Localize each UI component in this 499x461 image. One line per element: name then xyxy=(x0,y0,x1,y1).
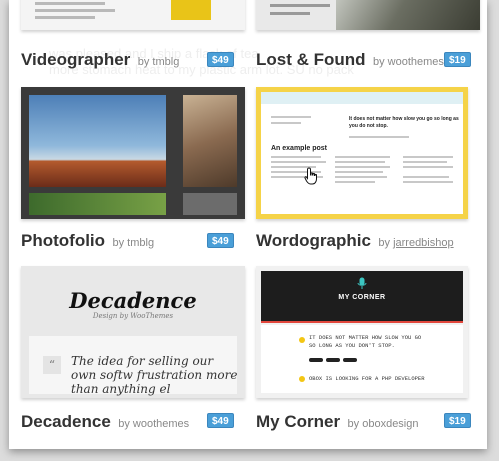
portrait-photo xyxy=(183,95,237,187)
by-label: by xyxy=(372,56,385,68)
my-corner-body: IT DOES NOT MATTER HOW SLOW YOU GO SO LO… xyxy=(261,325,463,393)
tag-pill xyxy=(309,358,323,362)
theme-thumbnail-lost-and-found[interactable] xyxy=(256,0,480,30)
price-badge[interactable]: $19 xyxy=(444,413,471,428)
by-label: by xyxy=(378,237,390,249)
tag-pill xyxy=(343,358,357,362)
preview-post-heading: An example post xyxy=(271,145,328,152)
testimonial-text: The idea for selling our own softw frust… xyxy=(71,354,238,396)
theme-thumbnail-decadence[interactable]: Decadence Design by WooThemes “ The idea… xyxy=(21,266,245,398)
theme-title-row-photofolio: Photofolio by tmblg xyxy=(21,231,154,251)
theme-name-link[interactable]: Decadence xyxy=(21,412,111,431)
preview-top-bar xyxy=(261,92,463,104)
theme-byline: by jarredbishop xyxy=(378,237,453,249)
theme-name-link[interactable]: My Corner xyxy=(256,412,340,431)
hand-pointer-icon xyxy=(304,167,320,190)
my-corner-title: MY CORNER xyxy=(338,294,386,301)
landscape-photo xyxy=(29,95,166,187)
theme-thumbnail-photofolio[interactable] xyxy=(21,87,245,219)
theme-byline: by tmblg xyxy=(138,56,180,68)
author-name[interactable]: oboxdesign xyxy=(362,418,418,430)
tag-pill xyxy=(326,358,340,362)
bullet-dot xyxy=(299,376,305,382)
price-badge[interactable]: $49 xyxy=(207,233,234,248)
author-name[interactable]: woothemes xyxy=(133,418,189,430)
photo-strip xyxy=(183,193,237,215)
theme-name-link[interactable]: Wordographic xyxy=(256,231,371,250)
by-label: by xyxy=(347,418,360,430)
author-name[interactable]: jarredbishop xyxy=(393,237,454,249)
theme-gallery: was pleased and I ship a flask of tea mo… xyxy=(9,0,487,449)
theme-byline: by oboxdesign xyxy=(348,418,419,430)
post-quote: OBOX IS LOOKING FOR A PHP DEVELOPER xyxy=(309,375,425,382)
theme-thumbnail-wordographic[interactable]: It does not matter how slow you go so lo… xyxy=(256,87,468,219)
bullet-dot xyxy=(299,337,305,343)
price-badge[interactable]: $19 xyxy=(444,52,471,67)
preview-quote: It does not matter how slow you go so lo… xyxy=(349,116,459,129)
post-quote: IT DOES NOT MATTER HOW SLOW YOU GO SO LO… xyxy=(309,334,422,349)
decadence-logo: Decadence xyxy=(69,288,197,313)
theme-name-link[interactable]: Videographer xyxy=(21,50,130,69)
theme-thumbnail-my-corner[interactable]: MY CORNER IT DOES NOT MATTER HOW SLOW YO… xyxy=(256,266,468,398)
theme-title-row-wordographic: Wordographic by jarredbishop xyxy=(256,231,454,251)
theme-byline: by woothemes xyxy=(373,56,444,68)
by-label: by xyxy=(137,56,150,68)
theme-name-link[interactable]: Lost & Found xyxy=(256,50,366,69)
theme-title-row-decadence: Decadence by woothemes xyxy=(21,412,189,432)
photo-strip xyxy=(29,193,166,215)
by-label: by xyxy=(112,237,125,249)
author-name[interactable]: tmblg xyxy=(152,56,179,68)
price-badge[interactable]: $49 xyxy=(207,52,234,67)
testimonial-box: “ The idea for selling our own softw fru… xyxy=(29,336,237,396)
theme-title-row-lost-and-found: Lost & Found by woothemes xyxy=(256,50,444,70)
wordographic-preview: It does not matter how slow you go so lo… xyxy=(261,92,463,214)
theme-title-row-videographer: Videographer by tmblg xyxy=(21,50,179,70)
author-name[interactable]: tmblg xyxy=(127,237,154,249)
decadence-tagline: Design by WooThemes xyxy=(92,312,174,320)
theme-title-row-my-corner: My Corner by oboxdesign xyxy=(256,412,419,432)
by-label: by xyxy=(118,418,130,430)
microphone-icon xyxy=(355,277,369,291)
theme-thumbnail-videographer[interactable] xyxy=(21,0,245,30)
theme-byline: by woothemes xyxy=(118,418,189,430)
author-name[interactable]: woothemes xyxy=(388,56,444,68)
theme-byline: by tmblg xyxy=(112,237,154,249)
my-corner-header: MY CORNER xyxy=(261,271,463,323)
quote-icon: “ xyxy=(43,356,61,374)
theme-name-link[interactable]: Photofolio xyxy=(21,231,105,250)
price-badge[interactable]: $49 xyxy=(207,413,234,428)
